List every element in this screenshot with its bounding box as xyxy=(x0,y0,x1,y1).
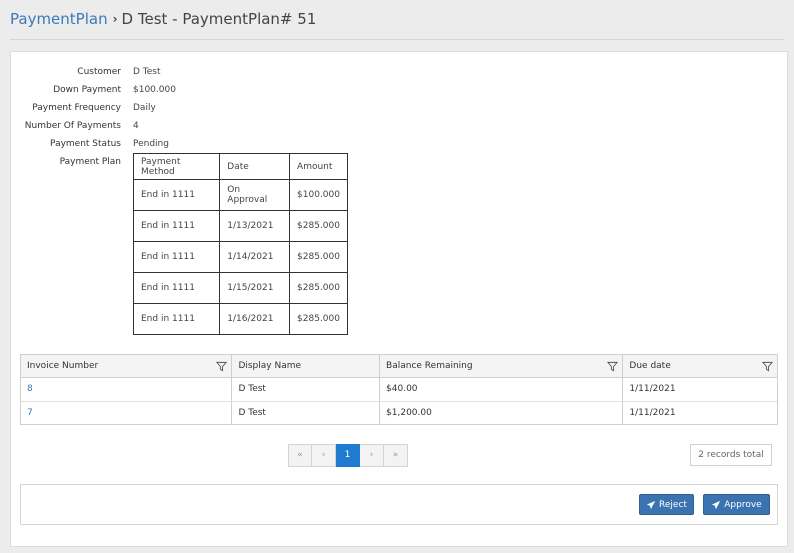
payment-plan-table: Payment Method Date Amount End in 1111 O… xyxy=(132,153,348,335)
reject-label: Reject xyxy=(659,499,687,510)
table-row: End in 1111 On Approval $100.000 xyxy=(132,179,348,211)
detail-status: Payment Status xyxy=(11,136,121,152)
page-title: D Test - PaymentPlan# 51 xyxy=(121,10,317,28)
table-cell: 1/13/2021 xyxy=(219,210,291,242)
table-cell: 8 xyxy=(21,378,233,401)
table-cell: D Test xyxy=(232,378,381,401)
detail-customer: Customer xyxy=(11,64,121,80)
invoice-link[interactable]: 7 xyxy=(27,408,33,418)
invoice-grid: Invoice Number Display Name Balance Rema… xyxy=(20,354,778,425)
table-cell: $285.000 xyxy=(289,303,348,335)
actions-bar: Reject Approve xyxy=(20,484,778,525)
detail-frequency: Payment Frequency xyxy=(11,100,121,116)
table-cell: $1,200.00 xyxy=(380,402,624,424)
table-cell: 1/15/2021 xyxy=(219,272,291,304)
chevron-right-icon: › xyxy=(112,12,118,26)
table-row: 7 D Test $1,200.00 1/11/2021 xyxy=(21,401,777,424)
detail-value: D Test xyxy=(133,67,161,77)
header-divider xyxy=(10,39,784,40)
table-cell: End in 1111 xyxy=(132,241,221,273)
grid-header-due-date[interactable]: Due date xyxy=(623,355,777,377)
prev-page-button[interactable]: ‹ xyxy=(312,444,336,467)
last-page-button[interactable]: » xyxy=(384,444,408,467)
column-header-label: Display Name xyxy=(238,361,302,371)
first-page-button[interactable]: « xyxy=(288,444,312,467)
breadcrumb-parent-link[interactable]: PaymentPlan xyxy=(10,10,108,28)
table-row: End in 1111 1/15/2021 $285.000 xyxy=(132,272,348,304)
table-cell: End in 1111 xyxy=(132,210,221,242)
detail-label: Payment Status xyxy=(50,139,121,149)
table-row: 8 D Test $40.00 1/11/2021 xyxy=(21,378,777,401)
approve-label: Approve xyxy=(724,499,762,510)
table-cell: End in 1111 xyxy=(132,272,221,304)
detail-value: Daily xyxy=(133,103,156,113)
table-cell: $40.00 xyxy=(380,378,624,401)
table-cell: $285.000 xyxy=(289,272,348,304)
details-panel: Customer D Test Down Payment $100.000 Pa… xyxy=(10,51,788,547)
breadcrumb: PaymentPlan › D Test - PaymentPlan# 51 xyxy=(10,8,316,30)
records-total: 2 records total xyxy=(690,444,772,466)
column-header: Date xyxy=(219,153,291,180)
column-header: Payment Method xyxy=(132,153,221,180)
detail-label: Down Payment xyxy=(53,85,121,95)
detail-value: Pending xyxy=(133,139,169,149)
invoice-link[interactable]: 8 xyxy=(27,384,33,394)
column-header-label: Invoice Number xyxy=(27,361,99,371)
detail-label: Payment Plan xyxy=(59,157,121,167)
column-header-label: Balance Remaining xyxy=(386,361,473,371)
approve-button[interactable]: Approve xyxy=(703,494,770,515)
table-cell: End in 1111 xyxy=(132,179,221,211)
detail-label: Customer xyxy=(77,67,121,77)
paper-plane-icon xyxy=(712,500,721,509)
grid-header-balance[interactable]: Balance Remaining xyxy=(380,355,624,377)
grid-header-row: Invoice Number Display Name Balance Rema… xyxy=(21,355,777,378)
table-cell: 1/16/2021 xyxy=(219,303,291,335)
detail-payment-plan: Payment Plan xyxy=(11,154,121,170)
column-header: Amount xyxy=(289,153,348,180)
filter-icon[interactable] xyxy=(762,361,773,372)
detail-label: Payment Frequency xyxy=(32,103,121,113)
reject-button[interactable]: Reject xyxy=(639,494,694,515)
table-cell: $285.000 xyxy=(289,241,348,273)
detail-number-of-payments: Number Of Payments xyxy=(11,118,121,134)
grid-header-invoice-number[interactable]: Invoice Number xyxy=(21,355,233,377)
page-button-current[interactable]: 1 xyxy=(336,444,360,467)
detail-value: 4 xyxy=(133,121,139,131)
column-header-label: Due date xyxy=(629,361,671,371)
table-cell: 1/11/2021 xyxy=(629,408,676,418)
table-cell: 1/14/2021 xyxy=(219,241,291,273)
table-cell: 7 xyxy=(21,402,233,424)
table-row: End in 1111 1/14/2021 $285.000 xyxy=(132,241,348,273)
filter-icon[interactable] xyxy=(607,361,619,372)
table-cell: D Test xyxy=(232,402,381,424)
table-cell: $285.000 xyxy=(289,210,348,242)
paper-plane-icon xyxy=(646,500,656,509)
table-cell: On Approval xyxy=(219,179,291,211)
pagination: « ‹ 1 › » xyxy=(288,444,408,467)
table-cell: 1/11/2021 xyxy=(629,384,676,394)
detail-down-payment: Down Payment xyxy=(11,82,121,98)
grid-header-display-name[interactable]: Display Name xyxy=(232,355,381,377)
filter-icon[interactable] xyxy=(216,361,228,372)
table-row: End in 1111 1/13/2021 $285.000 xyxy=(132,210,348,242)
next-page-button[interactable]: › xyxy=(360,444,384,467)
table-row: End in 1111 1/16/2021 $285.000 xyxy=(132,303,348,335)
table-cell: End in 1111 xyxy=(132,303,221,335)
table-cell: $100.000 xyxy=(289,179,348,211)
detail-value: $100.000 xyxy=(133,85,176,95)
detail-label: Number Of Payments xyxy=(24,121,121,131)
